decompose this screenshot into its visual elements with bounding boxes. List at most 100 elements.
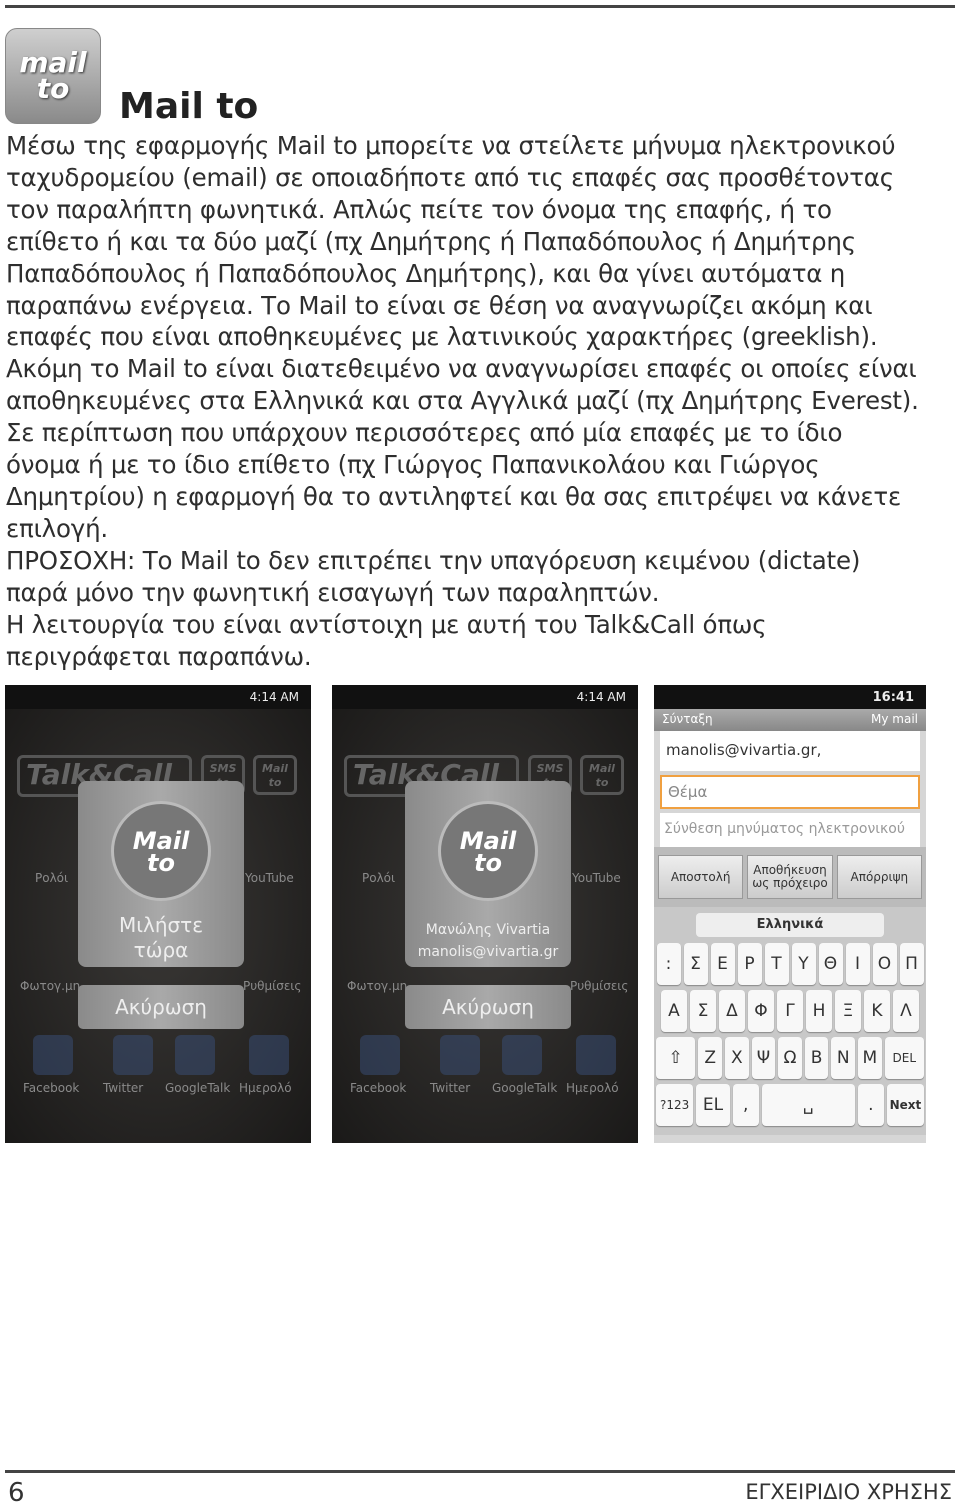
dialog-text: Μιλήστε	[118, 913, 204, 937]
body-line: επίθετο ή και τα δύο μαζί (πχ Δημήτρης ή…	[6, 226, 856, 256]
save-draft-button[interactable]: Αποθήκευση ως πρόχειρο	[747, 855, 833, 899]
app-label[interactable]: Ημερολό	[239, 1081, 292, 1095]
app-label[interactable]: GoogleTalk	[492, 1081, 557, 1095]
key[interactable]: Ζ	[698, 1037, 722, 1079]
subject-field[interactable]: Θέμα	[660, 775, 920, 809]
body-line: Η λειτουργία του είναι αντίστοιχη με αυτ…	[6, 609, 767, 639]
key[interactable]: Ξ	[835, 990, 861, 1032]
mail-to-logo: mail to	[5, 28, 101, 124]
key[interactable]: Θ	[818, 943, 843, 985]
app-icon[interactable]	[576, 1035, 616, 1075]
bottom-rule	[5, 1470, 955, 1473]
key[interactable]: EL	[696, 1084, 730, 1126]
key[interactable]: Μ	[858, 1037, 882, 1079]
mail-to-widget[interactable]: Mail to	[253, 755, 297, 795]
voice-dialog: Mail to Μιλήστε τώρα	[78, 781, 244, 967]
screen-title: Σύνταξη	[662, 712, 713, 726]
body-line: Ακόμη το Mail to είναι διατεθειμένο να α…	[6, 354, 917, 384]
body-line: Παπαδόπουλος ή Παπαδόπουλος Δημήτρης), κ…	[6, 258, 846, 288]
body-line: όνομα ή με το ίδιο επίθετο (πχ Γιώργος Π…	[6, 450, 820, 480]
key[interactable]: ⇧	[656, 1037, 696, 1079]
app-label[interactable]: YouTube	[245, 871, 294, 885]
body-line: τον παραλήπτη φωνητικά. Απλώς πείτε τον …	[6, 194, 832, 224]
app-icon[interactable]	[440, 1035, 480, 1075]
page-number: 6	[8, 1478, 25, 1508]
app-label[interactable]: Ρυθμίσεις	[243, 979, 301, 993]
key[interactable]: Κ	[864, 990, 890, 1032]
app-label[interactable]: Ρολόι	[362, 871, 395, 885]
mail-to-widget[interactable]: Mail to	[580, 755, 624, 795]
key[interactable]: Next	[886, 1084, 924, 1126]
key[interactable]: Ω	[778, 1037, 802, 1079]
key[interactable]: Ρ	[737, 943, 762, 985]
mail-to-button[interactable]: Mail to	[111, 801, 211, 901]
app-label[interactable]: YouTube	[572, 871, 621, 885]
dialog-text: τώρα	[133, 938, 189, 962]
app-label[interactable]: Ρυθμίσεις	[570, 979, 628, 993]
dialog-text: manolis@vivartia.gr	[417, 944, 559, 960]
key[interactable]: Β	[804, 1037, 829, 1079]
app-icon[interactable]	[249, 1035, 289, 1075]
app-icon[interactable]	[113, 1035, 153, 1075]
key[interactable]: Α	[661, 990, 687, 1032]
compose-field[interactable]: Σύνθεση μηνύματος ηλεκτρονικού	[660, 813, 920, 847]
key[interactable]: ,	[732, 1084, 759, 1126]
key[interactable]: Λ	[893, 990, 919, 1032]
app-label[interactable]: Ημερολό	[566, 1081, 619, 1095]
app-icon[interactable]	[33, 1035, 73, 1075]
key[interactable]: Ν	[831, 1037, 856, 1079]
send-button[interactable]: Αποστολή	[658, 855, 744, 899]
body-line: Δημητρίου) η εφαρμογή θα το αντιληφτεί κ…	[6, 481, 901, 511]
key[interactable]: Ο	[872, 943, 897, 985]
top-rule	[5, 5, 955, 8]
key[interactable]: DEL	[884, 1037, 924, 1079]
keyboard: Ελληνικά : Σ Ε Ρ Τ Υ Θ Ι Ο Π Α Σ Δ Φ Γ Η Ξ Κ Λ ⇧ Ζ Χ Ψ Ω Β Ν Μ DEL?…	[654, 907, 926, 1135]
app-icon[interactable]	[175, 1035, 215, 1075]
body-line: παραπάνω ενέργεια. Το Mail to είναι σε θ…	[6, 290, 873, 320]
status-bar: 4:14 AM	[5, 685, 311, 709]
language-selector[interactable]: Ελληνικά	[696, 913, 884, 937]
key[interactable]: Ι	[845, 943, 870, 985]
app-icon[interactable]	[502, 1035, 542, 1075]
app-label[interactable]: Φωτογ.μη	[347, 979, 407, 993]
key[interactable]: Σ	[683, 943, 708, 985]
app-label[interactable]: Facebook	[23, 1081, 79, 1095]
app-label[interactable]: GoogleTalk	[165, 1081, 230, 1095]
mail-to-button[interactable]: Mail to	[438, 801, 538, 901]
key[interactable]: Υ	[791, 943, 816, 985]
cancel-button[interactable]: Ακύρωση	[405, 985, 571, 1029]
key[interactable]: Γ	[777, 990, 803, 1032]
key[interactable]: :	[656, 943, 681, 985]
key[interactable]: Η	[806, 990, 832, 1032]
key[interactable]: .	[857, 1084, 884, 1126]
key[interactable]: Τ	[764, 943, 789, 985]
app-label[interactable]: Twitter	[430, 1081, 470, 1095]
voice-dialog-screenshot: 4:14 AM Talk&Call SMS to Mail toΡολόιYou…	[5, 685, 311, 1143]
key[interactable]: Δ	[719, 990, 745, 1032]
body-line: παρά μόνο την φωνητική εισαγωγή των παρα…	[6, 577, 660, 607]
app-icon[interactable]	[360, 1035, 400, 1075]
body-text: Μέσω της εφαρμογής Mail to μπορείτε να σ…	[6, 130, 919, 672]
body-line: επαφές που είναι αποθηκευμένες με λατινι…	[6, 322, 878, 352]
key[interactable]: Φ	[748, 990, 774, 1032]
app-label[interactable]: Twitter	[103, 1081, 143, 1095]
key[interactable]: Σ	[690, 990, 716, 1032]
key[interactable]: Π	[899, 943, 924, 985]
to-field[interactable]: manolis@vivartia.gr,	[660, 731, 920, 771]
action-bar: Σύνταξη My mail	[654, 709, 926, 731]
body-line: αποθηκευμένες στα Ελληνικά και στα Αγγλι…	[6, 386, 919, 416]
discard-button[interactable]: Απόρριψη	[836, 855, 922, 899]
key[interactable]: ␣	[761, 1084, 855, 1126]
logo-text: to	[147, 849, 175, 877]
app-label[interactable]: Facebook	[350, 1081, 406, 1095]
cancel-button[interactable]: Ακύρωση	[78, 985, 244, 1029]
logo-text: to	[36, 72, 70, 105]
app-label[interactable]: Ρολόι	[35, 871, 68, 885]
app-label[interactable]: Φωτογ.μη	[20, 979, 80, 993]
logo-text: to	[474, 849, 502, 877]
key[interactable]: Ε	[710, 943, 735, 985]
key[interactable]: Ψ	[751, 1037, 776, 1079]
key[interactable]: Χ	[724, 1037, 749, 1079]
body-line: ΠΡΟΣΟΧΗ: Το Mail to δεν επιτρέπει την υπ…	[6, 545, 861, 575]
key[interactable]: ?123	[656, 1084, 694, 1126]
